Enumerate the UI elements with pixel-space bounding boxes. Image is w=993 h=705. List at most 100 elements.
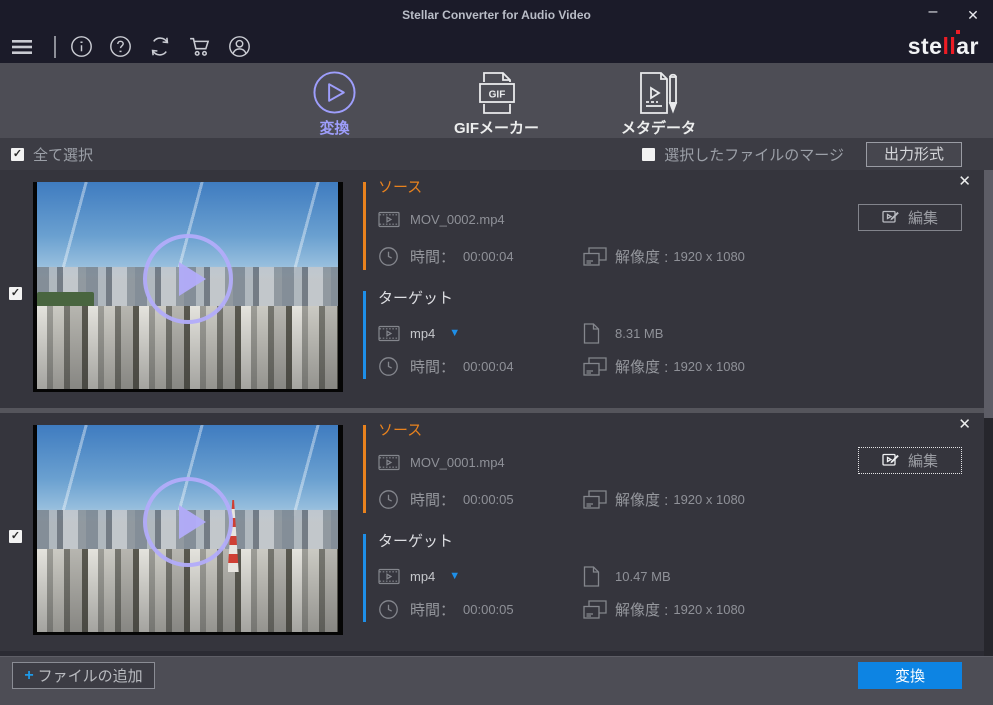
hamburger-menu-icon[interactable]: [10, 35, 34, 59]
format-dropdown-icon[interactable]: ▼: [449, 570, 460, 582]
source-resolution-value: 1920 x 1080: [673, 492, 745, 507]
source-resolution-value: 1920 x 1080: [673, 249, 745, 264]
selection-row: ✓ 全て選択 選択したファイルのマージ 出力形式: [0, 138, 993, 170]
film-strip-icon: [378, 568, 410, 585]
metadata-icon: [637, 70, 681, 115]
edit-icon: [882, 209, 901, 226]
app-window: { "window": { "title": "Stellar Converte…: [0, 0, 993, 705]
scrollbar-thumb[interactable]: [984, 170, 993, 418]
source-time-value: 00:00:04: [463, 249, 514, 264]
play-overlay-icon[interactable]: [143, 234, 233, 324]
format-dropdown-icon[interactable]: ▼: [449, 327, 460, 339]
file-card-mov0002: ✓ ✕ 編集 ソース MOV_0002.mp4: [0, 170, 984, 408]
source-file-row: MOV_0002.mp4: [378, 208, 505, 230]
close-window-button[interactable]: ✕: [953, 0, 993, 30]
add-files-button[interactable]: + ファイルの追加: [12, 662, 155, 689]
svg-text:GIF: GIF: [488, 89, 505, 100]
target-size-value: 10.47 MB: [615, 569, 671, 584]
edit-button[interactable]: 編集: [858, 447, 962, 474]
target-title: ターゲット: [378, 532, 453, 552]
merge-files-checkbox[interactable]: [642, 148, 655, 161]
source-title: ソース: [378, 178, 422, 198]
target-time-value: 00:00:04: [463, 359, 514, 374]
logo-text-red: ll: [942, 33, 956, 59]
target-title: ターゲット: [378, 289, 453, 309]
tab-convert-label: 変換: [319, 117, 349, 138]
time-label: 時間：: [410, 246, 455, 267]
remove-file-icon[interactable]: ✕: [958, 174, 971, 189]
source-file-row: MOV_0001.mp4: [378, 451, 505, 473]
time-label: 時間：: [410, 489, 455, 510]
merge-files-label: 選択したファイルのマージ: [664, 144, 844, 165]
target-accent-bar: [363, 534, 366, 622]
source-accent-bar: [363, 425, 366, 513]
target-size-row: 8.31 MB: [583, 322, 663, 344]
file-card-mov0001: ✓ ✕ 編集 ソース MOV_0001.mp4: [0, 413, 984, 651]
convert-button[interactable]: 変換: [858, 662, 962, 689]
logo-text: ar: [956, 33, 979, 59]
file-checkbox[interactable]: ✓: [9, 530, 22, 543]
footer-bar: + ファイルの追加 変換: [0, 656, 993, 705]
clock-icon: [378, 489, 410, 510]
target-time-value: 00:00:05: [463, 602, 514, 617]
resolution-label: 解像度 :: [615, 599, 668, 620]
target-size-row: 10.47 MB: [583, 565, 671, 587]
account-icon[interactable]: [227, 34, 252, 59]
output-format-button[interactable]: 出力形式: [866, 142, 962, 167]
add-files-label: ファイルの追加: [38, 665, 143, 686]
window-title: Stellar Converter for Audio Video: [0, 0, 993, 30]
edit-icon: [882, 452, 901, 469]
tab-convert[interactable]: 変換: [276, 63, 394, 138]
toolbar-separator: [54, 36, 56, 58]
clock-icon: [378, 246, 410, 267]
target-resolution-value: 1920 x 1080: [673, 602, 745, 617]
film-strip-icon: [378, 325, 410, 342]
target-time-row: 時間： 00:00:05: [378, 598, 514, 620]
source-time-row: 時間： 00:00:05: [378, 488, 514, 510]
select-all-checkbox[interactable]: ✓: [11, 148, 24, 161]
thumbnail-image: [37, 182, 338, 389]
file-list: ✓ ✕ 編集 ソース MOV_0002.mp4: [0, 170, 993, 657]
edit-button-label: 編集: [908, 450, 938, 471]
minimize-button[interactable]: –: [913, 0, 953, 33]
tab-metadata[interactable]: メタデータ: [600, 63, 718, 138]
edit-button[interactable]: 編集: [858, 204, 962, 231]
file-checkbox[interactable]: ✓: [9, 287, 22, 300]
plus-icon: +: [24, 667, 33, 685]
help-icon[interactable]: [108, 34, 133, 59]
resolution-icon: [583, 247, 615, 266]
gif-maker-icon: GIF: [476, 70, 518, 115]
resolution-icon: [583, 357, 615, 376]
title-bar: Stellar Converter for Audio Video – ✕: [0, 0, 993, 30]
cart-icon[interactable]: [187, 34, 213, 59]
play-overlay-icon[interactable]: [143, 477, 233, 567]
target-time-row: 時間： 00:00:04: [378, 355, 514, 377]
video-thumbnail[interactable]: [33, 425, 343, 635]
resolution-icon: [583, 490, 615, 509]
source-accent-bar: [363, 182, 366, 270]
target-resolution-row: 解像度 : 1920 x 1080: [583, 355, 745, 377]
target-resolution-row: 解像度 : 1920 x 1080: [583, 598, 745, 620]
file-icon: [583, 566, 615, 587]
refresh-icon[interactable]: [147, 34, 173, 59]
toolbar: stellar: [0, 30, 993, 63]
remove-file-icon[interactable]: ✕: [958, 417, 971, 432]
file-icon: [583, 323, 615, 344]
video-thumbnail[interactable]: [33, 182, 343, 392]
select-all-label: 全て選択: [33, 144, 93, 165]
target-format-row: mp4 ▼: [378, 565, 460, 587]
source-filename: MOV_0002.mp4: [410, 212, 505, 227]
tab-gif-maker-label: GIFメーカー: [454, 117, 539, 138]
resolution-label: 解像度 :: [615, 489, 668, 510]
logo-text: ste: [908, 33, 943, 59]
tab-metadata-label: メタデータ: [621, 117, 696, 138]
source-time-value: 00:00:05: [463, 492, 514, 507]
target-format-value: mp4: [410, 569, 435, 584]
info-icon[interactable]: [69, 34, 94, 59]
source-time-row: 時間： 00:00:04: [378, 245, 514, 267]
target-size-value: 8.31 MB: [615, 326, 663, 341]
tab-gif-maker[interactable]: GIF GIFメーカー: [438, 63, 556, 138]
scrollbar-track[interactable]: [984, 170, 993, 657]
window-controls: – ✕: [913, 0, 993, 30]
clock-icon: [378, 356, 410, 377]
